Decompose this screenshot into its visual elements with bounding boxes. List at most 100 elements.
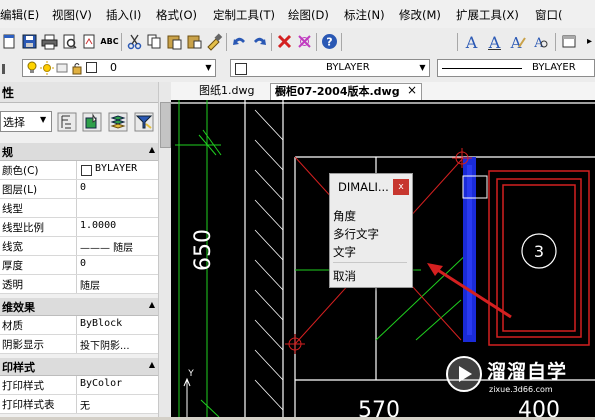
- redo-icon[interactable]: [250, 32, 269, 51]
- viewport-freeze-icon: [56, 63, 68, 73]
- lightbulb-icon: [27, 61, 37, 73]
- properties-header: 性: [0, 82, 158, 103]
- selection-dropdown[interactable]: 选择 ▼: [0, 111, 52, 132]
- menu-divider: [333, 262, 407, 263]
- option-text[interactable]: 文字: [333, 244, 356, 260]
- toolbar-overflow-icon[interactable]: ▸: [580, 32, 595, 51]
- property-row-material[interactable]: 材质 ByBlock: [0, 316, 158, 335]
- paste-special-icon[interactable]: [185, 32, 204, 51]
- property-row-shadow[interactable]: 阴影显示 投下阴影...: [0, 335, 158, 354]
- property-row-lineweight[interactable]: 线宽 ——— 随层: [0, 237, 158, 256]
- menu-window[interactable]: 窗口(: [535, 7, 563, 23]
- property-key: 图层(L): [2, 184, 38, 196]
- property-row-transparency[interactable]: 透明 随层: [0, 275, 158, 294]
- tab-close-icon[interactable]: ×: [407, 83, 417, 97]
- menu-dimension[interactable]: 标注(N): [344, 7, 385, 23]
- copy-icon[interactable]: [145, 32, 164, 51]
- print-icon[interactable]: [40, 32, 59, 51]
- property-value: 1.0000: [80, 220, 117, 231]
- menu-insert[interactable]: 插入(I): [106, 7, 141, 23]
- property-row-linetype-scale[interactable]: 线型比例 1.0000: [0, 218, 158, 237]
- property-value: BYLAYER: [95, 163, 138, 174]
- new-icon[interactable]: [0, 32, 19, 51]
- linetype-dropdown[interactable]: BYLAYER: [437, 59, 595, 77]
- dimension-text-650: 650: [191, 229, 216, 271]
- property-key: 线型比例: [2, 222, 44, 234]
- color-dropdown[interactable]: BYLAYER ▼: [230, 59, 430, 77]
- blue-panel-inner: [467, 165, 472, 335]
- save-icon[interactable]: [20, 32, 39, 51]
- property-row-thickness[interactable]: 厚度 0: [0, 256, 158, 275]
- tab-drawing1[interactable]: 图纸1.dwg: [195, 83, 269, 100]
- section-plot-style[interactable]: 印样式 ▲: [0, 358, 158, 376]
- toolbar-separator: [121, 33, 122, 51]
- menu-tools[interactable]: 定制工具(T): [213, 7, 275, 23]
- text-find-icon[interactable]: A: [531, 32, 550, 51]
- watermark-url: zixue.3d66.com: [489, 385, 553, 394]
- property-value: 0: [80, 258, 87, 269]
- erase-icon[interactable]: [275, 32, 294, 51]
- layer-value: 0: [110, 61, 117, 74]
- toggle-pickadd-icon[interactable]: [57, 112, 77, 132]
- properties-title: 性: [2, 86, 15, 100]
- property-key: 材质: [2, 320, 23, 332]
- property-divider: [76, 395, 77, 413]
- menu-express[interactable]: 扩展工具(X): [456, 7, 519, 23]
- svg-text:A: A: [488, 33, 501, 51]
- close-icon[interactable]: x: [393, 179, 409, 195]
- print-preview-icon[interactable]: [60, 32, 79, 51]
- menu-draw[interactable]: 绘图(D): [288, 7, 329, 23]
- sun-icon: [40, 61, 54, 75]
- property-row-color[interactable]: 颜色(C) BYLAYER: [0, 161, 158, 180]
- tab-cabinet[interactable]: 橱柜07-2004版本.dwg: [270, 83, 422, 100]
- text-icon[interactable]: A: [485, 32, 504, 51]
- cut-icon[interactable]: [125, 32, 144, 51]
- text-style-icon[interactable]: A: [462, 32, 481, 51]
- menu-bar: 编辑(E) 视图(V) 插入(I) 格式(O) 定制工具(T) 绘图(D) 标注…: [0, 0, 595, 29]
- menu-format[interactable]: 格式(O): [156, 7, 197, 23]
- option-angle[interactable]: 角度: [333, 208, 356, 224]
- property-row-linetype[interactable]: 线型: [0, 199, 158, 218]
- property-divider: [76, 161, 77, 179]
- filter-icon[interactable]: [134, 112, 154, 132]
- properties-panel: 性 选择 ▼ 规 ▲ 颜色(C) BYLAYER 图层(L) 0 线型 线型比例…: [0, 82, 171, 417]
- section-general[interactable]: 规 ▲: [0, 143, 158, 161]
- layer-dropdown[interactable]: 0 ▼: [22, 59, 216, 77]
- purge-icon[interactable]: [295, 32, 314, 51]
- toolbar-separator: [341, 33, 342, 51]
- section-3d-visualization[interactable]: 维效果 ▲: [0, 298, 158, 316]
- match-properties-icon[interactable]: [205, 32, 224, 51]
- spellcheck-icon[interactable]: ABC: [100, 32, 119, 51]
- property-row-plot-table[interactable]: 打印样式表 无: [0, 395, 158, 414]
- menu-view[interactable]: 视图(V): [52, 7, 92, 23]
- layer-state-icon[interactable]: [0, 59, 19, 78]
- tab-label: 图纸1.dwg: [199, 84, 255, 97]
- property-row-plot-style[interactable]: 打印样式 ByColor: [0, 376, 158, 395]
- option-mtext[interactable]: 多行文字: [333, 226, 379, 242]
- svg-text:A: A: [510, 34, 522, 51]
- property-divider: [76, 335, 77, 353]
- property-value: 无: [80, 401, 90, 412]
- menu-edit[interactable]: 编辑(E): [0, 7, 39, 23]
- dimension-lines: [175, 100, 472, 418]
- section-general-label: 规: [2, 146, 13, 159]
- undo-icon[interactable]: [230, 32, 249, 51]
- text-edit-icon[interactable]: A: [508, 32, 527, 51]
- toolbar-separator: [457, 33, 458, 51]
- property-divider: [76, 237, 77, 255]
- paste-icon[interactable]: [165, 32, 184, 51]
- plot-icon[interactable]: [80, 32, 99, 51]
- menu-modify[interactable]: 修改(M): [399, 7, 441, 23]
- option-cancel[interactable]: 取消: [333, 268, 356, 284]
- help-icon[interactable]: ?: [320, 32, 339, 51]
- scrollbar-thumb[interactable]: [160, 102, 171, 148]
- quick-select-icon[interactable]: [108, 112, 128, 132]
- color-swatch: [235, 63, 247, 75]
- layer-color-swatch: [86, 62, 97, 73]
- play-logo-icon: [446, 356, 482, 392]
- toolbar-separator: [271, 33, 272, 51]
- properties-scrollbar[interactable]: [158, 82, 171, 417]
- expand-icon[interactable]: [560, 32, 579, 51]
- property-row-layer[interactable]: 图层(L) 0: [0, 180, 158, 199]
- select-objects-icon[interactable]: [82, 112, 102, 132]
